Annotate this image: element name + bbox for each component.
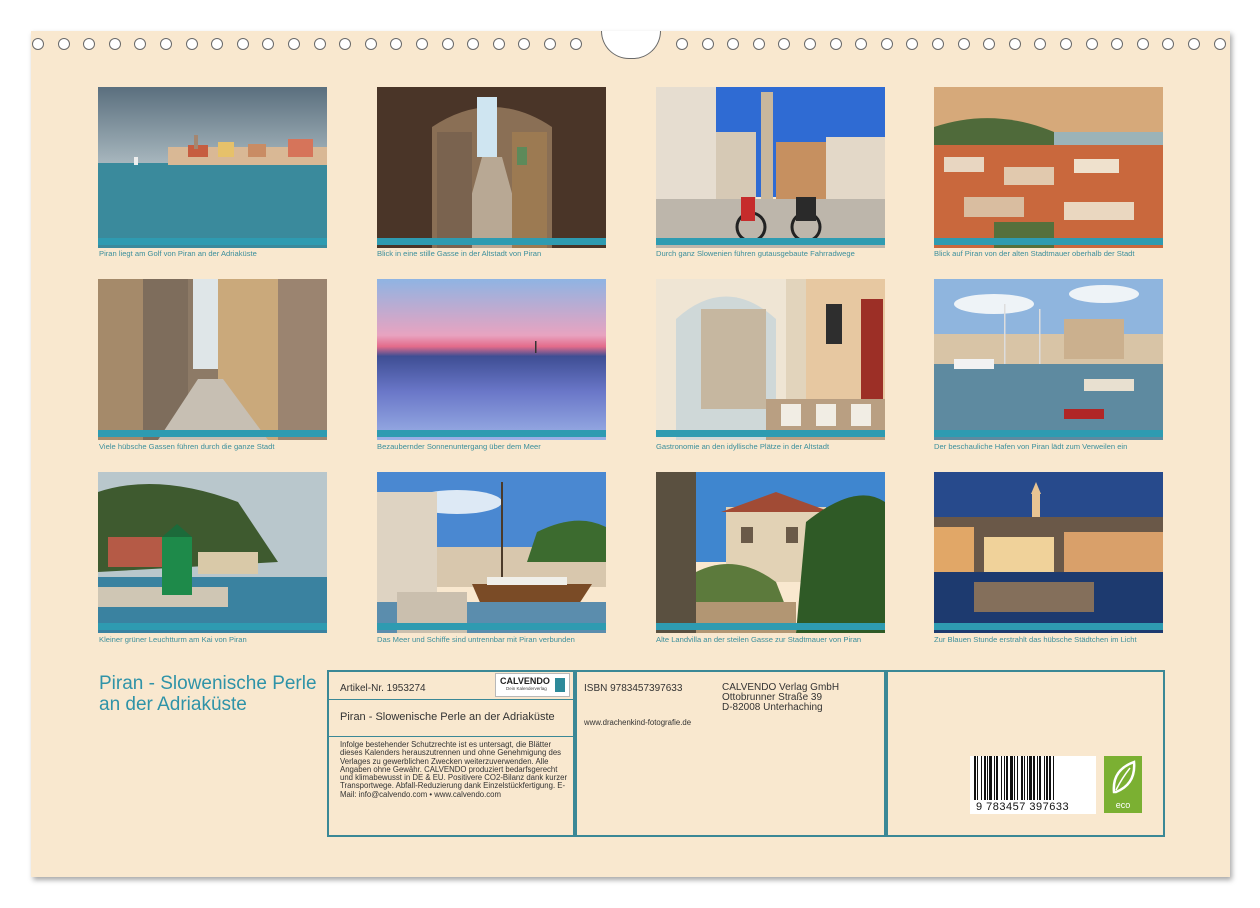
photo-green-lighthouse <box>98 472 327 633</box>
barcode-bar <box>1037 756 1038 800</box>
barcode-bar <box>1010 756 1013 800</box>
logo-mark-icon <box>555 678 565 692</box>
caption-11: Alte Landvilla an der steilen Gasse zur … <box>656 635 862 644</box>
photo-country-villa <box>656 472 885 633</box>
eco-label: eco <box>1115 800 1131 810</box>
caption-1: Piran liegt am Golf von Piran an der Adr… <box>99 249 257 258</box>
caption-2: Blick in eine stille Gasse in der Altsta… <box>377 249 542 258</box>
barcode-bar <box>1001 756 1002 800</box>
barcode-bar <box>1027 756 1028 800</box>
logo-tagline: Dein Kalenderverlag <box>506 686 547 691</box>
caption-6: Bezaubernder Sonnenuntergang über dem Me… <box>377 442 541 451</box>
photo-old-town-cafe <box>656 279 885 440</box>
barcode-bar <box>996 756 998 800</box>
box-title: Piran - Slowenische Perle an der Adriakü… <box>340 711 555 723</box>
photo-piran-bay <box>98 87 327 248</box>
barcode-bar <box>1004 756 1005 800</box>
calvendo-logo: CALVENDO Dein Kalenderverlag <box>495 673 570 697</box>
barcode-bar <box>1049 756 1051 800</box>
eco-badge: eco <box>1104 756 1142 813</box>
caption-9: Kleiner grüner Leuchtturm am Kai von Pir… <box>99 635 247 644</box>
barcode-bar <box>981 756 982 800</box>
caption-4: Blick auf Piran von der alten Stadtmauer… <box>934 249 1135 258</box>
calendar-title: Piran - Slowenische Perle an der Adriakü… <box>99 673 317 715</box>
logo-brand: CALVENDO <box>500 676 550 686</box>
legal-text: Infolge bestehender Schutzrechte ist es … <box>340 740 568 799</box>
leaf-icon <box>1112 760 1136 794</box>
photo-harbour <box>934 279 1163 440</box>
barcode-bar <box>1039 756 1041 800</box>
barcode-bar <box>984 756 986 800</box>
photo-bicycle-square <box>656 87 885 248</box>
photo-ships <box>377 472 606 633</box>
photo-quiet-alley <box>377 87 606 248</box>
photo-blue-hour <box>934 472 1163 633</box>
barcode-bar <box>977 756 978 800</box>
barcode-bar <box>994 756 995 800</box>
barcode-bar <box>1053 756 1054 800</box>
barcode-bar <box>1021 756 1023 800</box>
photographer-website: www.drachenkind-fotografie.de <box>584 718 692 727</box>
article-number: Artikel-Nr. 1953274 <box>340 683 426 694</box>
caption-12: Zur Blauen Stunde erstrahlt das hübsche … <box>934 635 1137 644</box>
barcode-bar <box>1014 756 1015 800</box>
barcode-bar <box>1046 756 1048 800</box>
barcode-bar <box>1006 756 1008 800</box>
publisher-city: D-82008 Unterhaching <box>722 702 823 713</box>
barcode-bar <box>987 756 988 800</box>
barcode-bar <box>989 756 992 800</box>
barcode-bar <box>1024 756 1025 800</box>
photo-sunset-sea <box>377 279 606 440</box>
barcode-bar <box>1017 756 1018 800</box>
barcode-bar <box>974 756 976 800</box>
barcode-number: 9 783457 397633 <box>976 801 1070 813</box>
caption-3: Durch ganz Slowenien führen gutausgebaut… <box>656 249 855 258</box>
caption-8: Der beschauliche Hafen von Piran lädt zu… <box>934 442 1128 451</box>
barcode-bars <box>974 756 1054 800</box>
caption-5: Viele hübsche Gassen führen durch die ga… <box>99 442 275 451</box>
publisher-address: CALVENDO Verlag GmbH Ottobrunner Straße … <box>722 683 839 713</box>
divider <box>329 699 573 700</box>
barcode-bar <box>1033 756 1035 800</box>
photo-narrow-streets <box>98 279 327 440</box>
caption-10: Das Meer und Schiffe sind untrennbar mit… <box>377 635 575 644</box>
barcode-bar <box>1044 756 1045 800</box>
isbn: ISBN 9783457397633 <box>584 683 683 694</box>
photo-rooftops <box>934 87 1163 248</box>
barcode: 9 783457 397633 <box>970 756 1096 814</box>
barcode-bar <box>1029 756 1032 800</box>
divider <box>329 736 573 737</box>
caption-7: Gastronomie an den idyllische Plätze in … <box>656 442 830 451</box>
